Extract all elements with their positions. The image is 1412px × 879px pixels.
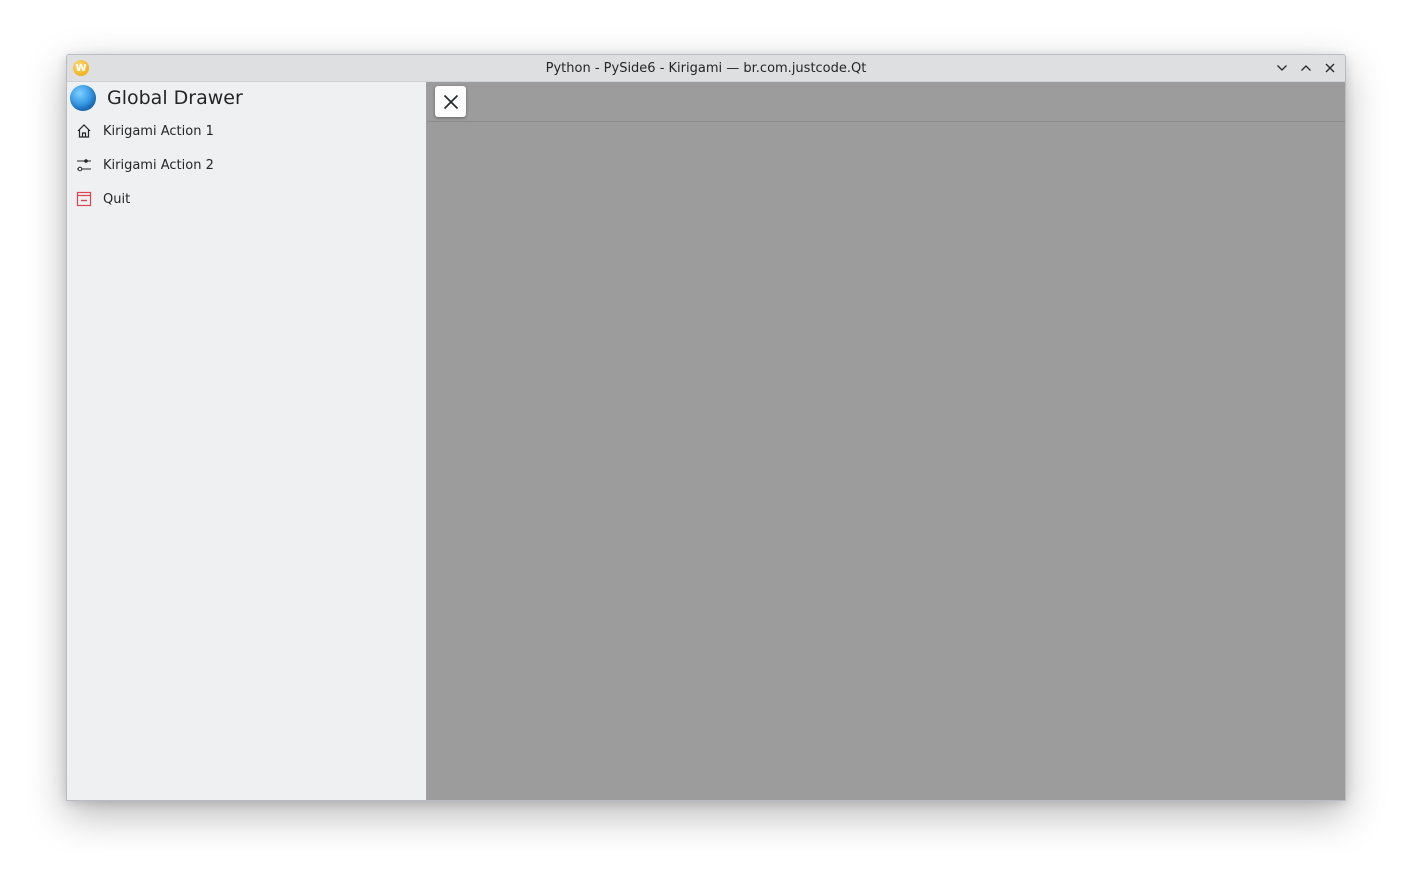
drawer-action-list: Kirigami Action 1 Kirigami Action 2 Quit [67, 114, 426, 216]
drawer-item-label: Quit [103, 191, 131, 207]
drawer-item-kirigami-action-1[interactable]: Kirigami Action 1 [67, 114, 426, 148]
drawer-item-label: Kirigami Action 1 [103, 123, 214, 139]
chevron-down-icon [1277, 65, 1287, 71]
globe-icon [70, 85, 96, 111]
window-title: Python - PySide6 - Kirigami — br.com.jus… [545, 61, 867, 76]
maximize-button[interactable] [1297, 59, 1315, 77]
settings-sliders-icon [76, 157, 92, 173]
close-drawer-button[interactable] [435, 86, 466, 117]
page-content-overlay[interactable] [427, 82, 1345, 800]
drawer-title: Global Drawer [107, 87, 243, 109]
chevron-up-icon [1301, 65, 1311, 71]
drawer-item-label: Kirigami Action 2 [103, 157, 214, 173]
minimize-button[interactable] [1273, 59, 1291, 77]
drawer-header: Global Drawer [67, 82, 426, 116]
quit-icon [76, 191, 92, 207]
close-icon [443, 94, 458, 109]
application-window: W Python - PySide6 - Kirigami — br.com.j… [66, 54, 1346, 801]
page-header [427, 82, 1345, 122]
global-drawer: Global Drawer Kirigami Action 1 Kirigami… [67, 82, 427, 800]
drawer-item-quit[interactable]: Quit [67, 182, 426, 216]
title-bar[interactable]: W Python - PySide6 - Kirigami — br.com.j… [67, 55, 1345, 82]
home-icon [76, 123, 92, 139]
close-window-button[interactable] [1321, 59, 1339, 77]
window-controls [1273, 59, 1339, 79]
drawer-item-kirigami-action-2[interactable]: Kirigami Action 2 [67, 148, 426, 182]
close-icon [1325, 63, 1335, 73]
